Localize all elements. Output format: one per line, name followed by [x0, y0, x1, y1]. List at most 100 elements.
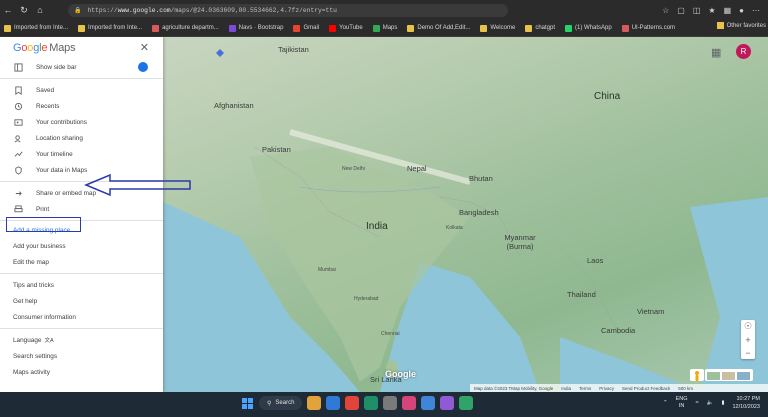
- map-label-country: Vietnam: [637, 307, 665, 316]
- app-icon[interactable]: [402, 396, 417, 410]
- sidebar-item-add-your-business[interactable]: Add your business: [0, 238, 163, 254]
- sidebar-item-location-sharing[interactable]: Location sharing: [0, 130, 163, 146]
- sidebar-item-label: Your timeline: [36, 150, 73, 158]
- app-icon[interactable]: [440, 396, 455, 410]
- layers-thumbnail[interactable]: [705, 369, 753, 381]
- bookmark-item[interactable]: agriculture departm...: [152, 24, 219, 32]
- sidebar-item-get-help[interactable]: Get help: [0, 293, 163, 309]
- collections-icon[interactable]: ▦: [724, 6, 732, 15]
- url-prefix: https://: [87, 6, 118, 14]
- map-label-country: Afghanistan: [214, 101, 254, 110]
- store-icon[interactable]: [383, 396, 398, 410]
- app-icon[interactable]: [421, 396, 436, 410]
- bookmark-favicon-icon: [525, 24, 533, 32]
- bookmark-item[interactable]: Demo Of Add,Edit...: [407, 24, 471, 32]
- windows-start-icon[interactable]: [240, 396, 254, 410]
- bookmark-item[interactable]: Imported from Inte...: [4, 24, 68, 32]
- tab-icon[interactable]: ▢: [677, 6, 685, 15]
- map-label-country: Laos: [587, 256, 604, 265]
- url-path: /maps/@24.0363609,80.5534662,4.7fz/entry…: [170, 6, 337, 14]
- divider: [0, 273, 163, 274]
- bookmark-favicon-icon: [293, 24, 301, 32]
- clock[interactable]: 10:27 PM 12/10/2023: [732, 395, 760, 411]
- bookmark-item[interactable]: chatgpt: [525, 24, 555, 32]
- bookmark-favicon-icon: [565, 24, 572, 32]
- bookmark-item[interactable]: Gmail: [293, 24, 319, 32]
- locate-icon[interactable]: ☉: [741, 320, 755, 333]
- map-attribution: Map data ©2023 TMap Mobility, Google Indi…: [470, 384, 768, 392]
- sidebar-item-print[interactable]: Print: [0, 201, 163, 217]
- bookmark-label: Maps: [382, 25, 398, 31]
- bookmark-item[interactable]: Maps: [372, 24, 398, 32]
- bookmark-label: Navs · Bootstrap: [238, 25, 284, 31]
- address-bar[interactable]: 🔒 https://www.google.com/maps/@24.036360…: [68, 3, 508, 17]
- back-icon[interactable]: ←: [0, 5, 16, 15]
- sidebar-item-search-settings[interactable]: Search settings: [0, 348, 163, 364]
- translate-icon: 文A: [44, 338, 54, 344]
- avatar[interactable]: R: [736, 44, 751, 59]
- home-icon[interactable]: ⌂: [32, 5, 48, 15]
- attribution-item[interactable]: Privacy: [599, 386, 614, 391]
- volume-icon[interactable]: 🔈: [707, 400, 714, 406]
- favorites-icon[interactable]: ★: [708, 6, 715, 15]
- show-side-bar-toggle[interactable]: Show side bar: [0, 59, 163, 75]
- bookmark-item[interactable]: Welcome: [480, 24, 515, 32]
- vscode-icon[interactable]: [326, 396, 341, 410]
- sidebar-item-maps-activity[interactable]: Maps activity: [0, 364, 163, 380]
- sidebar-item-edit-the-map[interactable]: Edit the map: [0, 254, 163, 270]
- wifi-icon[interactable]: ≈: [696, 400, 699, 406]
- bookmark-label: Demo Of Add,Edit...: [417, 25, 471, 31]
- sidebar-item-consumer-information[interactable]: Consumer information: [0, 309, 163, 325]
- map-label-india: India: [366, 221, 388, 232]
- bookmark-item[interactable]: Imported from Inte...: [78, 24, 143, 32]
- close-icon[interactable]: ✕: [140, 41, 149, 54]
- other-favorites[interactable]: Other favorites: [716, 22, 766, 29]
- browser-title-bar: ← ↻ ⌂ 🔒 https://www.google.com/maps/@24.…: [0, 0, 768, 20]
- sidebar-item-recents[interactable]: Recents: [0, 98, 163, 114]
- file-explorer-icon[interactable]: [307, 396, 322, 410]
- map-label-china: China: [594, 91, 621, 102]
- map-label-country: Cambodia: [601, 326, 636, 335]
- apps-grid-icon[interactable]: ▦: [711, 46, 721, 59]
- sidebar-item-label: Location sharing: [36, 134, 83, 142]
- zoom-out-button[interactable]: −: [741, 346, 755, 359]
- chevron-up-icon[interactable]: ⌃: [663, 400, 668, 406]
- location-sharing-icon: [13, 133, 23, 143]
- app-icon[interactable]: [459, 396, 474, 410]
- bookmark-label: agriculture departm...: [162, 25, 219, 31]
- sidebar-item-saved[interactable]: Saved: [0, 82, 163, 98]
- bookmark-item[interactable]: (1) WhatsApp: [565, 24, 612, 32]
- map-label-city: Hyderabad: [354, 296, 379, 302]
- attribution-item[interactable]: 500 km: [678, 386, 693, 391]
- sidebar-item-your-contributions[interactable]: Your contributions: [0, 114, 163, 130]
- taskbar-search[interactable]: ⚲ Search: [259, 396, 303, 410]
- bookmark-label: YouTube: [339, 25, 363, 31]
- pegman-icon[interactable]: [690, 369, 704, 381]
- battery-icon[interactable]: ▮: [721, 400, 724, 406]
- bookmark-item[interactable]: UI-Patterns.com: [621, 24, 675, 32]
- toggle-switch[interactable]: [138, 62, 148, 72]
- star-icon[interactable]: ☆: [662, 6, 669, 15]
- bookmark-item[interactable]: YouTube: [329, 24, 363, 32]
- chrome-icon[interactable]: [345, 396, 360, 410]
- profile-icon[interactable]: ●: [739, 6, 744, 15]
- show-side-bar-label: Show side bar: [36, 63, 77, 71]
- sidebar-item-label: Print: [36, 205, 50, 213]
- bookmark-item[interactable]: Navs · Bootstrap: [228, 24, 284, 32]
- attribution-item[interactable]: Send Product Feedback: [622, 386, 670, 391]
- more-icon[interactable]: ⋯: [752, 6, 760, 15]
- attribution-item[interactable]: Terms: [579, 386, 591, 391]
- sidebar-item-language[interactable]: Language 文A: [0, 332, 163, 348]
- sidebar-item-label: Get help: [13, 297, 38, 305]
- reload-icon[interactable]: ↻: [16, 5, 32, 16]
- sidebar-item-your-timeline[interactable]: Your timeline: [0, 146, 163, 162]
- language-indicator[interactable]: ENG IN: [676, 396, 688, 410]
- bookmark-favicon-icon: [329, 24, 337, 32]
- sidebar-item-tips-and-tricks[interactable]: Tips and tricks: [0, 277, 163, 293]
- bookmark-favicon-icon: [372, 24, 380, 32]
- zoom-in-button[interactable]: +: [741, 333, 755, 346]
- bookmark-label: Imported from Inte...: [88, 25, 143, 31]
- split-icon[interactable]: ◫: [693, 6, 701, 15]
- map-label-country: Bhutan: [469, 174, 493, 183]
- edge-icon[interactable]: [364, 396, 379, 410]
